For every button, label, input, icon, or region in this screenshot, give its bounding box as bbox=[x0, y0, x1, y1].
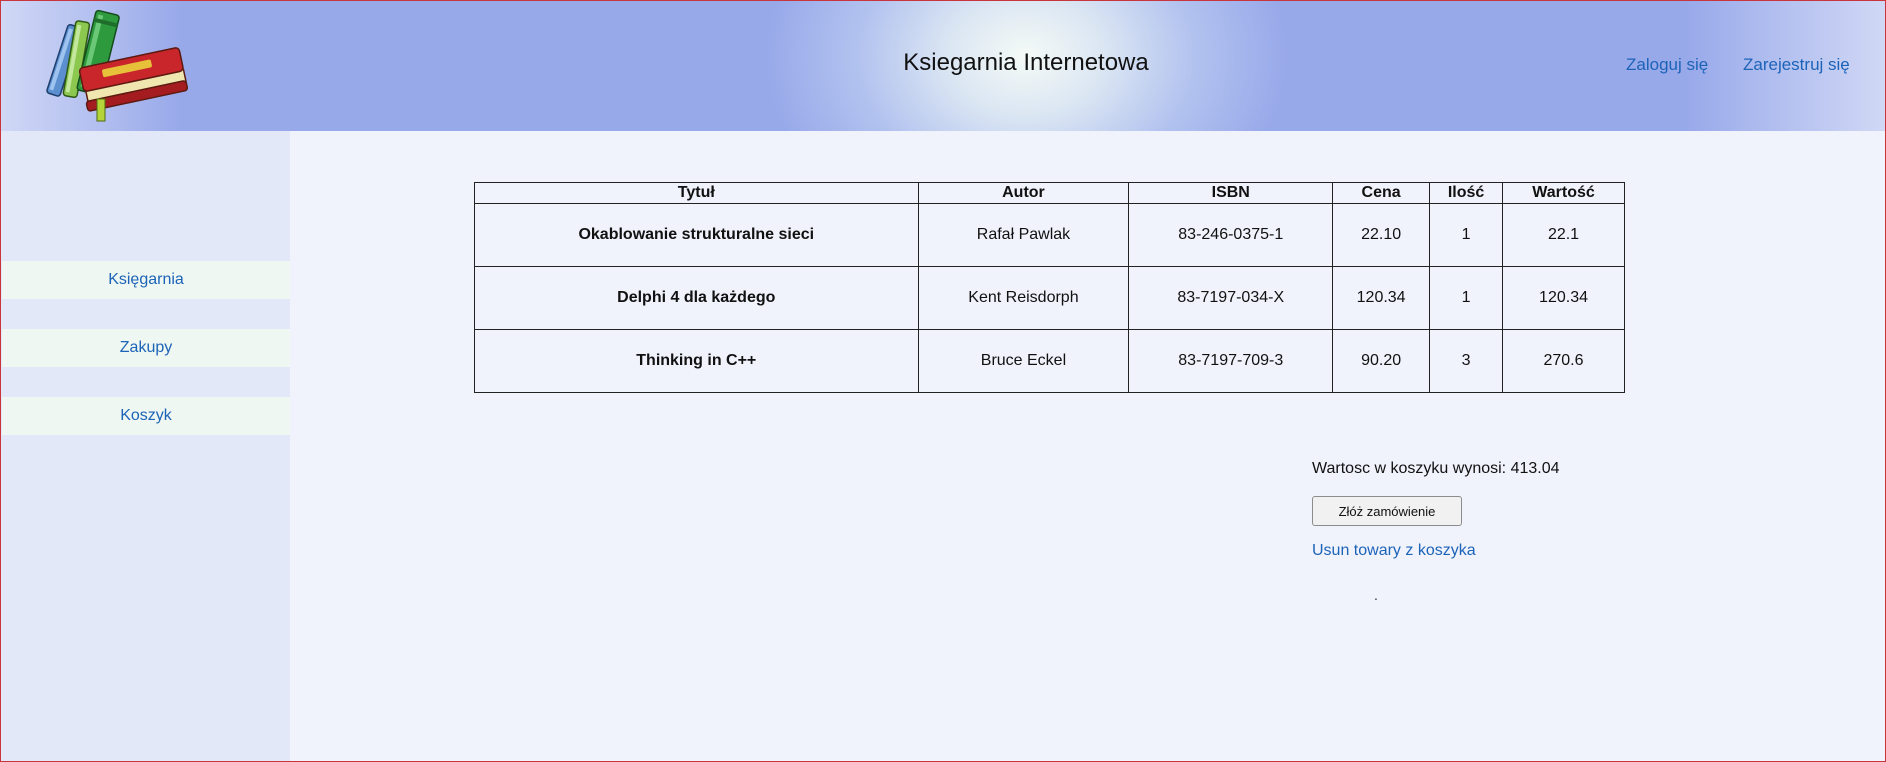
book-price: 120.34 bbox=[1332, 266, 1431, 330]
column-header-isbn: ISBN bbox=[1128, 182, 1334, 204]
book-title: Delphi 4 dla każdego bbox=[474, 266, 919, 330]
main-content: Tytuł Autor ISBN Cena Ilość Wartość Okab… bbox=[290, 131, 1885, 761]
book-author: Bruce Eckel bbox=[917, 329, 1130, 393]
book-quantity: 1 bbox=[1429, 266, 1504, 330]
book-quantity: 3 bbox=[1429, 329, 1504, 393]
book-isbn: 83-7197-034-X bbox=[1128, 266, 1334, 330]
sidebar-item-cart[interactable]: Koszyk bbox=[2, 397, 290, 435]
book-price: 90.20 bbox=[1332, 329, 1431, 393]
column-header-author: Autor bbox=[917, 182, 1130, 204]
table-header-row: Tytuł Autor ISBN Cena Ilość Wartość bbox=[474, 182, 1625, 204]
cart-total-text: Wartosc w koszyku wynosi: 413.04 bbox=[1312, 460, 1560, 477]
table-row: Delphi 4 dla każdego Kent Reisdorph 83-7… bbox=[474, 266, 1625, 330]
book-isbn: 83-246-0375-1 bbox=[1128, 203, 1334, 267]
book-title: Thinking in C++ bbox=[474, 329, 919, 393]
column-header-value: Wartość bbox=[1502, 182, 1625, 204]
book-isbn: 83-7197-709-3 bbox=[1128, 329, 1334, 393]
sidebar-item-purchases[interactable]: Zakupy bbox=[2, 329, 290, 367]
book-author: Kent Reisdorph bbox=[917, 266, 1130, 330]
book-quantity: 1 bbox=[1429, 203, 1504, 267]
place-order-button[interactable]: Złóż zamówienie bbox=[1312, 496, 1462, 526]
remove-items-link[interactable]: Usun towary z koszyka bbox=[1312, 542, 1476, 560]
column-header-quantity: Ilość bbox=[1429, 182, 1504, 204]
login-link[interactable]: Zaloguj się bbox=[1626, 55, 1708, 75]
footer-dot: . bbox=[1374, 587, 1378, 603]
table-row: Thinking in C++ Bruce Eckel 83-7197-709-… bbox=[474, 329, 1625, 393]
sidebar: Księgarnia Zakupy Koszyk bbox=[1, 131, 290, 761]
site-title: Ksiegarnia Internetowa bbox=[903, 49, 1149, 76]
sidebar-item-bookstore[interactable]: Księgarnia bbox=[2, 261, 290, 299]
column-header-price: Cena bbox=[1332, 182, 1431, 204]
book-value: 270.6 bbox=[1502, 329, 1625, 393]
site-header: Ksiegarnia Internetowa Zaloguj się Zarej… bbox=[1, 1, 1885, 131]
book-value: 120.34 bbox=[1502, 266, 1625, 330]
book-value: 22.1 bbox=[1502, 203, 1625, 267]
table-row: Okablowanie strukturalne sieci Rafał Paw… bbox=[474, 203, 1625, 267]
cart-table: Tytuł Autor ISBN Cena Ilość Wartość Okab… bbox=[474, 182, 1625, 393]
column-header-title: Tytuł bbox=[474, 182, 919, 204]
book-author: Rafał Pawlak bbox=[917, 203, 1130, 267]
book-price: 22.10 bbox=[1332, 203, 1431, 267]
register-link[interactable]: Zarejestruj się bbox=[1743, 55, 1850, 75]
book-title: Okablowanie strukturalne sieci bbox=[474, 203, 919, 267]
app-frame: Ksiegarnia Internetowa Zaloguj się Zarej… bbox=[0, 0, 1886, 762]
